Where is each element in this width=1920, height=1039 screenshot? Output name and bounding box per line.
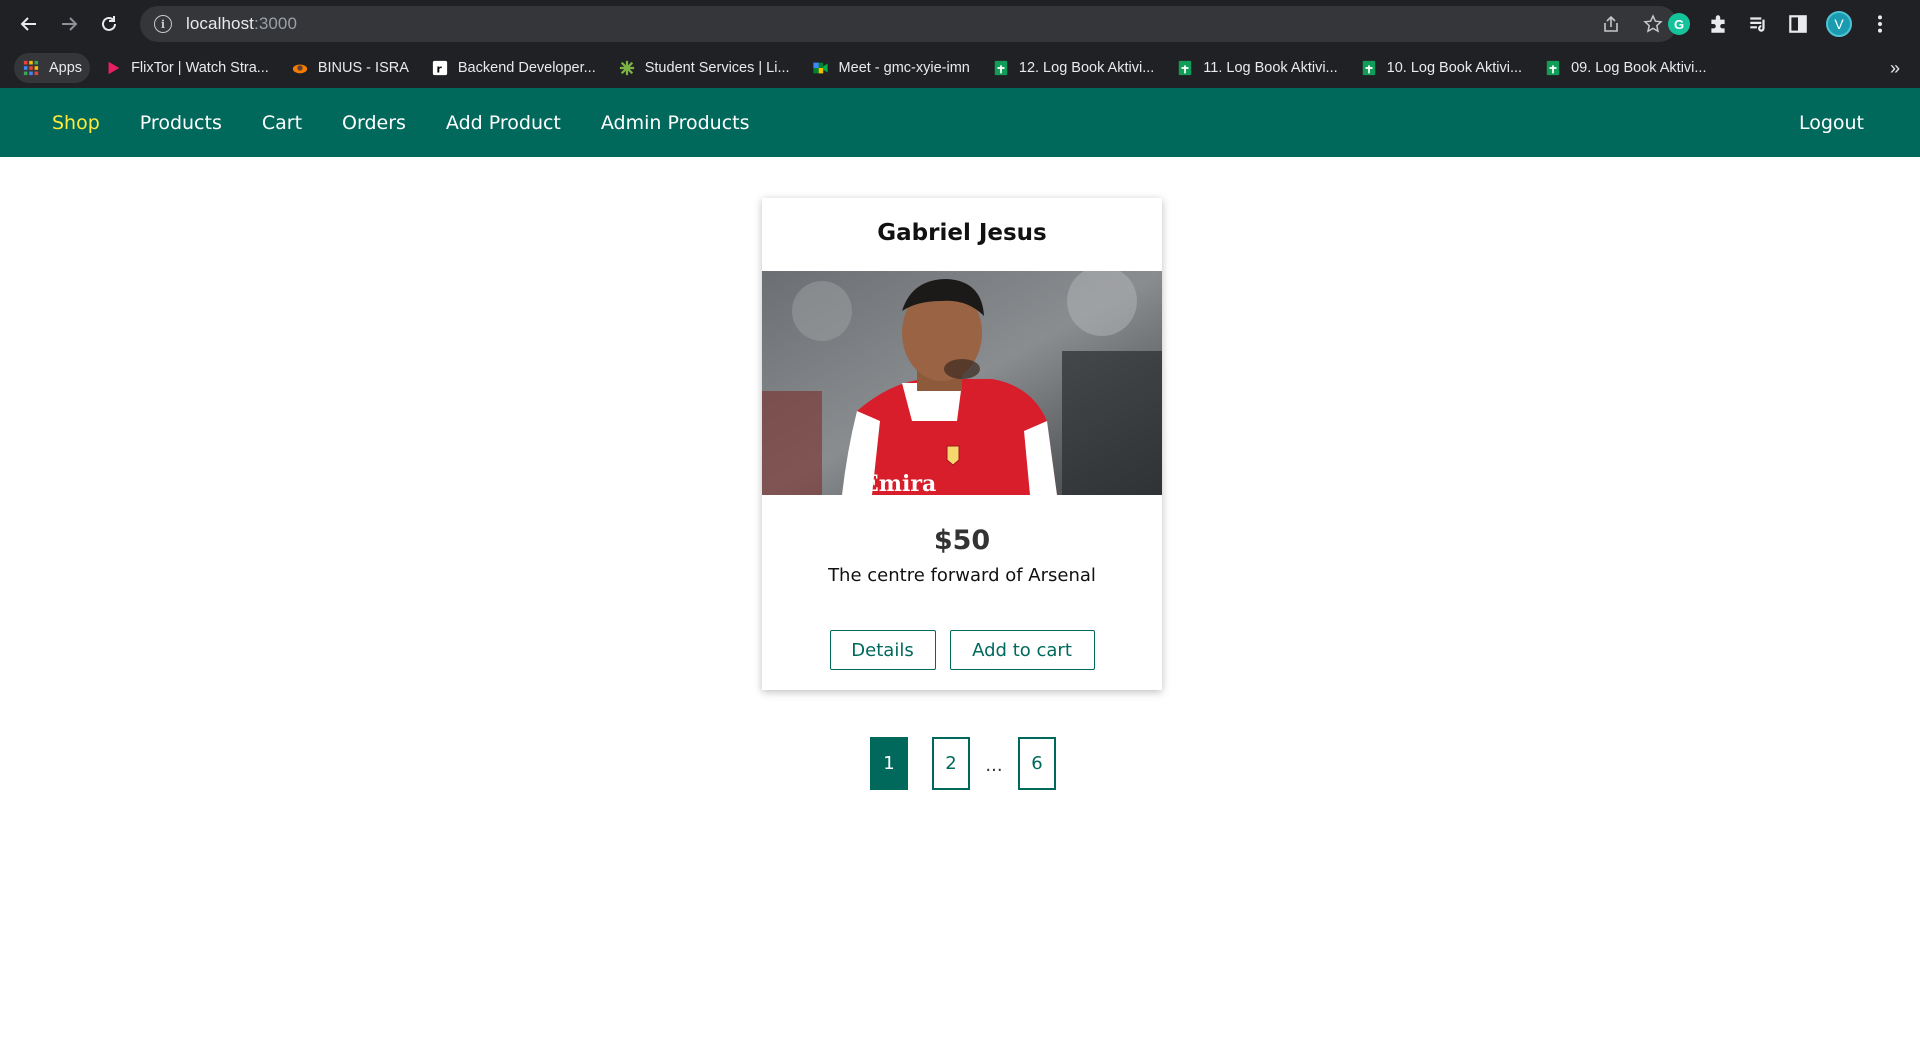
- svg-text:r: r: [436, 62, 442, 75]
- logout-link[interactable]: Logout: [1799, 112, 1864, 134]
- profile-avatar[interactable]: V: [1826, 11, 1852, 37]
- forward-arrow-icon: [62, 17, 78, 31]
- bookmark-backend-developer[interactable]: r Backend Developer...: [423, 53, 604, 83]
- add-to-cart-button[interactable]: Add to cart: [949, 630, 1095, 670]
- reload-button[interactable]: [92, 7, 126, 41]
- bookmark-logbook-12[interactable]: 12. Log Book Aktivi...: [984, 53, 1162, 83]
- main-navigation: Shop Products Cart Orders Add Product Ad…: [0, 88, 1920, 157]
- nav-products[interactable]: Products: [140, 112, 222, 134]
- bookmark-star-icon[interactable]: [1643, 14, 1663, 34]
- bookmark-binus[interactable]: BINUS - ISRA: [283, 53, 417, 83]
- forward-button[interactable]: [52, 7, 86, 41]
- bookmark-meet[interactable]: Meet - gmc-xyie-imn: [804, 53, 978, 83]
- extensions-row: G V: [1668, 7, 1892, 41]
- details-button[interactable]: Details: [829, 630, 936, 670]
- bookmarks-bar: Apps FlixTor | Watch Stra... BINUS - ISR…: [0, 48, 1920, 88]
- bookmark-logbook-09[interactable]: 09. Log Book Aktivi...: [1536, 53, 1714, 83]
- binus-icon: [291, 59, 309, 77]
- flixtor-icon: [104, 59, 122, 77]
- pagination-ellipsis: ...: [985, 755, 1003, 776]
- product-price: $50: [933, 525, 991, 556]
- bookmark-flixtor[interactable]: FlixTor | Watch Stra...: [96, 53, 277, 83]
- bookmark-apps[interactable]: Apps: [14, 53, 91, 83]
- apps-grid-icon: [22, 59, 40, 77]
- product-image: Emira: [762, 271, 1162, 495]
- side-panel-icon[interactable]: [1786, 12, 1810, 36]
- omnibox-actions: [1601, 6, 1663, 42]
- google-sheets-icon: [1360, 59, 1378, 77]
- google-sheets-icon: [992, 59, 1010, 77]
- back-arrow-icon: [20, 17, 36, 31]
- student-services-icon: [618, 59, 636, 77]
- svg-text:Emira: Emira: [862, 471, 936, 495]
- bookmark-student-services[interactable]: Student Services | Li...: [610, 53, 798, 83]
- url-text[interactable]: localhost:3000: [186, 14, 297, 34]
- page-1-button[interactable]: 1: [870, 737, 908, 790]
- product-description: The centre forward of Arsenal: [828, 565, 1096, 586]
- product-title: Gabriel Jesus: [877, 220, 1047, 246]
- grammarly-icon[interactable]: G: [1668, 13, 1690, 35]
- google-sheets-icon: [1176, 59, 1194, 77]
- card-actions: Details Add to cart: [762, 630, 1162, 670]
- page-2-button[interactable]: 2: [932, 737, 970, 790]
- reading-list-icon[interactable]: [1746, 12, 1770, 36]
- nav-cart[interactable]: Cart: [262, 112, 302, 134]
- address-bar-row: i localhost:3000 G V: [0, 0, 1920, 48]
- backend-icon: r: [431, 59, 449, 77]
- google-meet-icon: [812, 59, 830, 77]
- omnibox[interactable]: i localhost:3000: [140, 6, 1677, 42]
- kebab-menu-icon[interactable]: [1868, 12, 1892, 36]
- back-button[interactable]: [12, 7, 46, 41]
- extensions-puzzle-icon[interactable]: [1706, 12, 1730, 36]
- browser-chrome: i localhost:3000 G V Apps FlixTor | Watc…: [0, 0, 1920, 88]
- nav-admin-products[interactable]: Admin Products: [601, 112, 750, 134]
- more-bookmarks-button[interactable]: »: [1890, 48, 1900, 88]
- nav-orders[interactable]: Orders: [342, 112, 406, 134]
- bookmark-logbook-11[interactable]: 11. Log Book Aktivi...: [1168, 53, 1345, 83]
- nav-add-product[interactable]: Add Product: [446, 112, 561, 134]
- site-info-icon[interactable]: i: [154, 15, 172, 33]
- page-6-button[interactable]: 6: [1018, 737, 1056, 790]
- bookmark-logbook-10[interactable]: 10. Log Book Aktivi...: [1352, 53, 1530, 83]
- share-icon[interactable]: [1601, 14, 1621, 34]
- google-sheets-icon: [1544, 59, 1562, 77]
- pagination: 1 2 ... 6: [870, 737, 1056, 790]
- nav-shop[interactable]: Shop: [52, 112, 100, 134]
- product-card: Gabriel Jesus Emira $50 The centre forwa…: [762, 198, 1162, 690]
- reload-icon: [102, 16, 116, 31]
